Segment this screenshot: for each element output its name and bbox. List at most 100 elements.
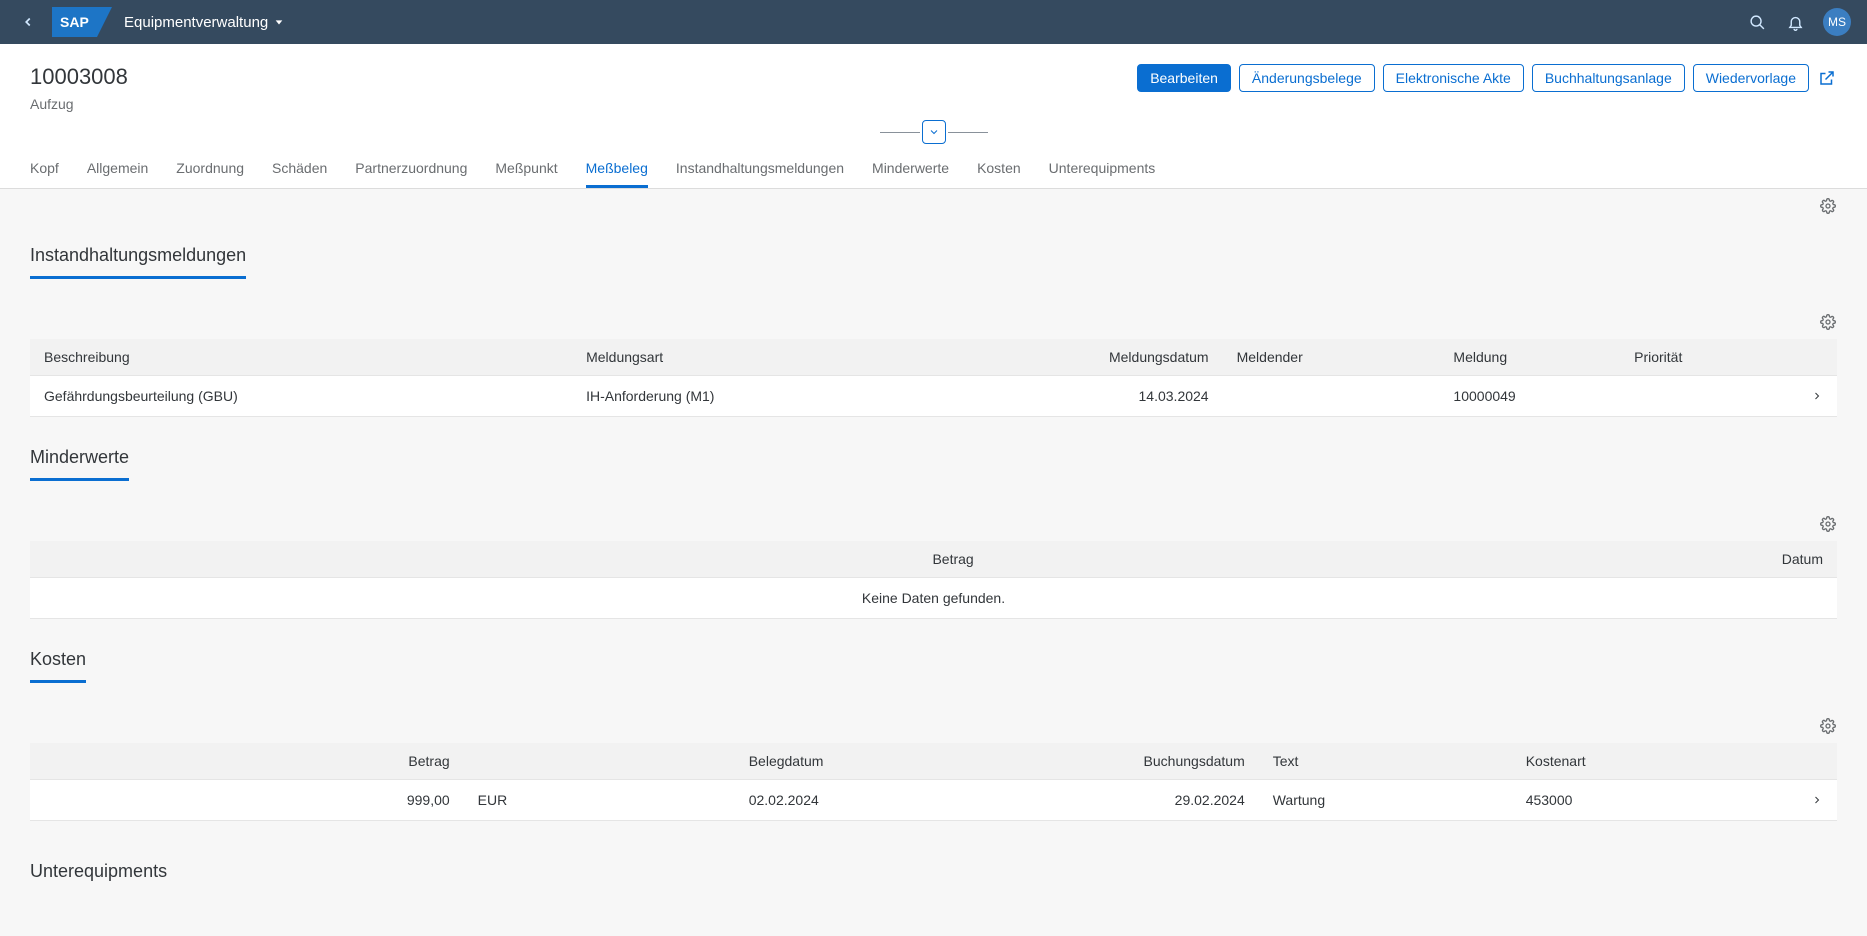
- cell-type: IH-Anforderung (M1): [572, 376, 970, 417]
- section-unterequipments: Unterequipments: [30, 821, 1837, 896]
- edit-button[interactable]: Bearbeiten: [1137, 64, 1231, 92]
- tab-kosten[interactable]: Kosten: [977, 150, 1021, 188]
- col-kostenart: Kostenart: [1512, 743, 1797, 780]
- electronic-file-button[interactable]: Elektronische Akte: [1383, 64, 1524, 92]
- share-button[interactable]: [1817, 68, 1837, 88]
- chevron-down-icon: [274, 17, 284, 27]
- col-priority: Priorität: [1620, 339, 1797, 376]
- kosten-table: Betrag Belegdatum Buchungsdatum Text Kos…: [30, 743, 1837, 821]
- col-type: Meldungsart: [572, 339, 970, 376]
- cell-reporter: [1223, 376, 1440, 417]
- section-notifications: Instandhaltungsmeldungen Beschreibung Me…: [30, 215, 1837, 417]
- anchor-line-left: [880, 132, 920, 133]
- header-actions: Bearbeiten Änderungsbelege Elektronische…: [1137, 64, 1837, 92]
- tab-unterequipments[interactable]: Unterequipments: [1049, 150, 1156, 188]
- section-kosten: Kosten Betrag Belegdatum Buchungsdatum T…: [30, 619, 1837, 821]
- cell-id: 10000049: [1439, 376, 1620, 417]
- resubmission-button[interactable]: Wiedervorlage: [1693, 64, 1809, 92]
- accounting-button[interactable]: Buchhaltungsanlage: [1532, 64, 1685, 92]
- section-title-notifications: Instandhaltungsmeldungen: [30, 215, 246, 279]
- nodata-text: Keine Daten gefunden.: [30, 578, 1837, 619]
- chevron-left-icon: [21, 15, 35, 29]
- object-header-left: 10003008 Aufzug: [30, 64, 128, 112]
- cell-buchungsdatum: 29.02.2024: [1024, 780, 1259, 821]
- tab-meßbeleg[interactable]: Meßbeleg: [586, 150, 648, 188]
- gear-icon: [1820, 314, 1836, 330]
- cell-description: Gefährdungsbeurteilung (GBU): [30, 376, 572, 417]
- header-collapse: [0, 120, 1867, 144]
- notifications-button[interactable]: [1785, 12, 1805, 32]
- col-belegdatum: Belegdatum: [735, 743, 1024, 780]
- notifications-settings-button[interactable]: [1819, 313, 1837, 331]
- share-icon: [1818, 69, 1836, 87]
- row-nav[interactable]: [1797, 780, 1837, 821]
- cell-priority: [1620, 376, 1797, 417]
- col-date: Meldungsdatum: [970, 339, 1223, 376]
- table-row[interactable]: 999,00 EUR 02.02.2024 29.02.2024 Wartung…: [30, 780, 1837, 821]
- gear-icon: [1820, 718, 1836, 734]
- top-settings-row: [30, 189, 1837, 215]
- table-header-row: Betrag Datum: [30, 541, 1837, 578]
- cell-kostenart: 453000: [1512, 780, 1797, 821]
- shellbar: SAP Equipmentverwaltung MS: [0, 0, 1867, 44]
- chevron-right-icon: [1811, 390, 1823, 402]
- tab-allgemein[interactable]: Allgemein: [87, 150, 148, 188]
- tab-minderwerte[interactable]: Minderwerte: [872, 150, 949, 188]
- chevron-right-icon: [1811, 794, 1823, 806]
- anchor-tabs: Kopf Allgemein Zuordnung Schäden Partnerzuor…: [0, 150, 1867, 189]
- tab-schäden[interactable]: Schäden: [272, 150, 327, 188]
- minderwerte-toolbar: [30, 485, 1837, 541]
- col-description: Beschreibung: [30, 339, 572, 376]
- tab-kopf[interactable]: Kopf: [30, 150, 59, 188]
- sap-logo[interactable]: SAP: [52, 7, 112, 37]
- minderwerte-table: Betrag Datum Keine Daten gefunden.: [30, 541, 1837, 619]
- minderwerte-settings-button[interactable]: [1819, 515, 1837, 533]
- col-nav: [1797, 339, 1837, 376]
- page-title: 10003008: [30, 64, 128, 90]
- gear-icon: [1820, 198, 1836, 214]
- section-minderwerte: Minderwerte Betrag Datum Keine Daten gef…: [30, 417, 1837, 619]
- tab-zuordnung[interactable]: Zuordnung: [176, 150, 244, 188]
- nodata-row: Keine Daten gefunden.: [30, 578, 1837, 619]
- cell-belegdatum: 02.02.2024: [735, 780, 1024, 821]
- col-currency: [464, 743, 735, 780]
- search-icon: [1749, 14, 1766, 31]
- section-title-unterequipments: Unterequipments: [30, 821, 167, 892]
- tab-meßpunkt[interactable]: Meßpunkt: [495, 150, 557, 188]
- col-nav: [1797, 743, 1837, 780]
- notifications-toolbar: [30, 283, 1837, 339]
- changes-button[interactable]: Änderungsbelege: [1239, 64, 1375, 92]
- kosten-toolbar: [30, 687, 1837, 743]
- search-button[interactable]: [1747, 12, 1767, 32]
- col-buchungsdatum: Buchungsdatum: [1024, 743, 1259, 780]
- sap-logo-icon: SAP: [52, 7, 112, 37]
- tab-partnerzuordnung[interactable]: Partnerzuordnung: [355, 150, 467, 188]
- table-header-row: Beschreibung Meldungsart Meldungsdatum M…: [30, 339, 1837, 376]
- section-title-kosten: Kosten: [30, 619, 86, 683]
- col-betrag: Betrag: [30, 743, 464, 780]
- cell-text: Wartung: [1259, 780, 1512, 821]
- table-row[interactable]: Gefährdungsbeurteilung (GBU) IH-Anforder…: [30, 376, 1837, 417]
- col-reporter: Meldender: [1223, 339, 1440, 376]
- col-betrag: Betrag: [30, 541, 988, 578]
- section-title-minderwerte: Minderwerte: [30, 417, 129, 481]
- app-title-text: Equipmentverwaltung: [124, 14, 268, 31]
- back-button[interactable]: [16, 10, 40, 34]
- kosten-settings-button[interactable]: [1819, 717, 1837, 735]
- collapse-header-button[interactable]: [922, 120, 946, 144]
- page-subtitle: Aufzug: [30, 96, 128, 112]
- user-avatar[interactable]: MS: [1823, 8, 1851, 36]
- col-id: Meldung: [1439, 339, 1620, 376]
- settings-button[interactable]: [1819, 197, 1837, 215]
- app-title-dropdown[interactable]: Equipmentverwaltung: [124, 14, 284, 31]
- svg-text:SAP: SAP: [60, 14, 89, 30]
- tab-instandhaltungsmeldungen[interactable]: Instandhaltungsmeldungen: [676, 150, 844, 188]
- chevron-down-icon: [928, 126, 940, 138]
- row-nav[interactable]: [1797, 376, 1837, 417]
- cell-currency: EUR: [464, 780, 735, 821]
- col-text: Text: [1259, 743, 1512, 780]
- anchor-line-right: [948, 132, 988, 133]
- cell-betrag: 999,00: [30, 780, 464, 821]
- bell-icon: [1787, 14, 1804, 31]
- page-content: Instandhaltungsmeldungen Beschreibung Me…: [0, 189, 1867, 936]
